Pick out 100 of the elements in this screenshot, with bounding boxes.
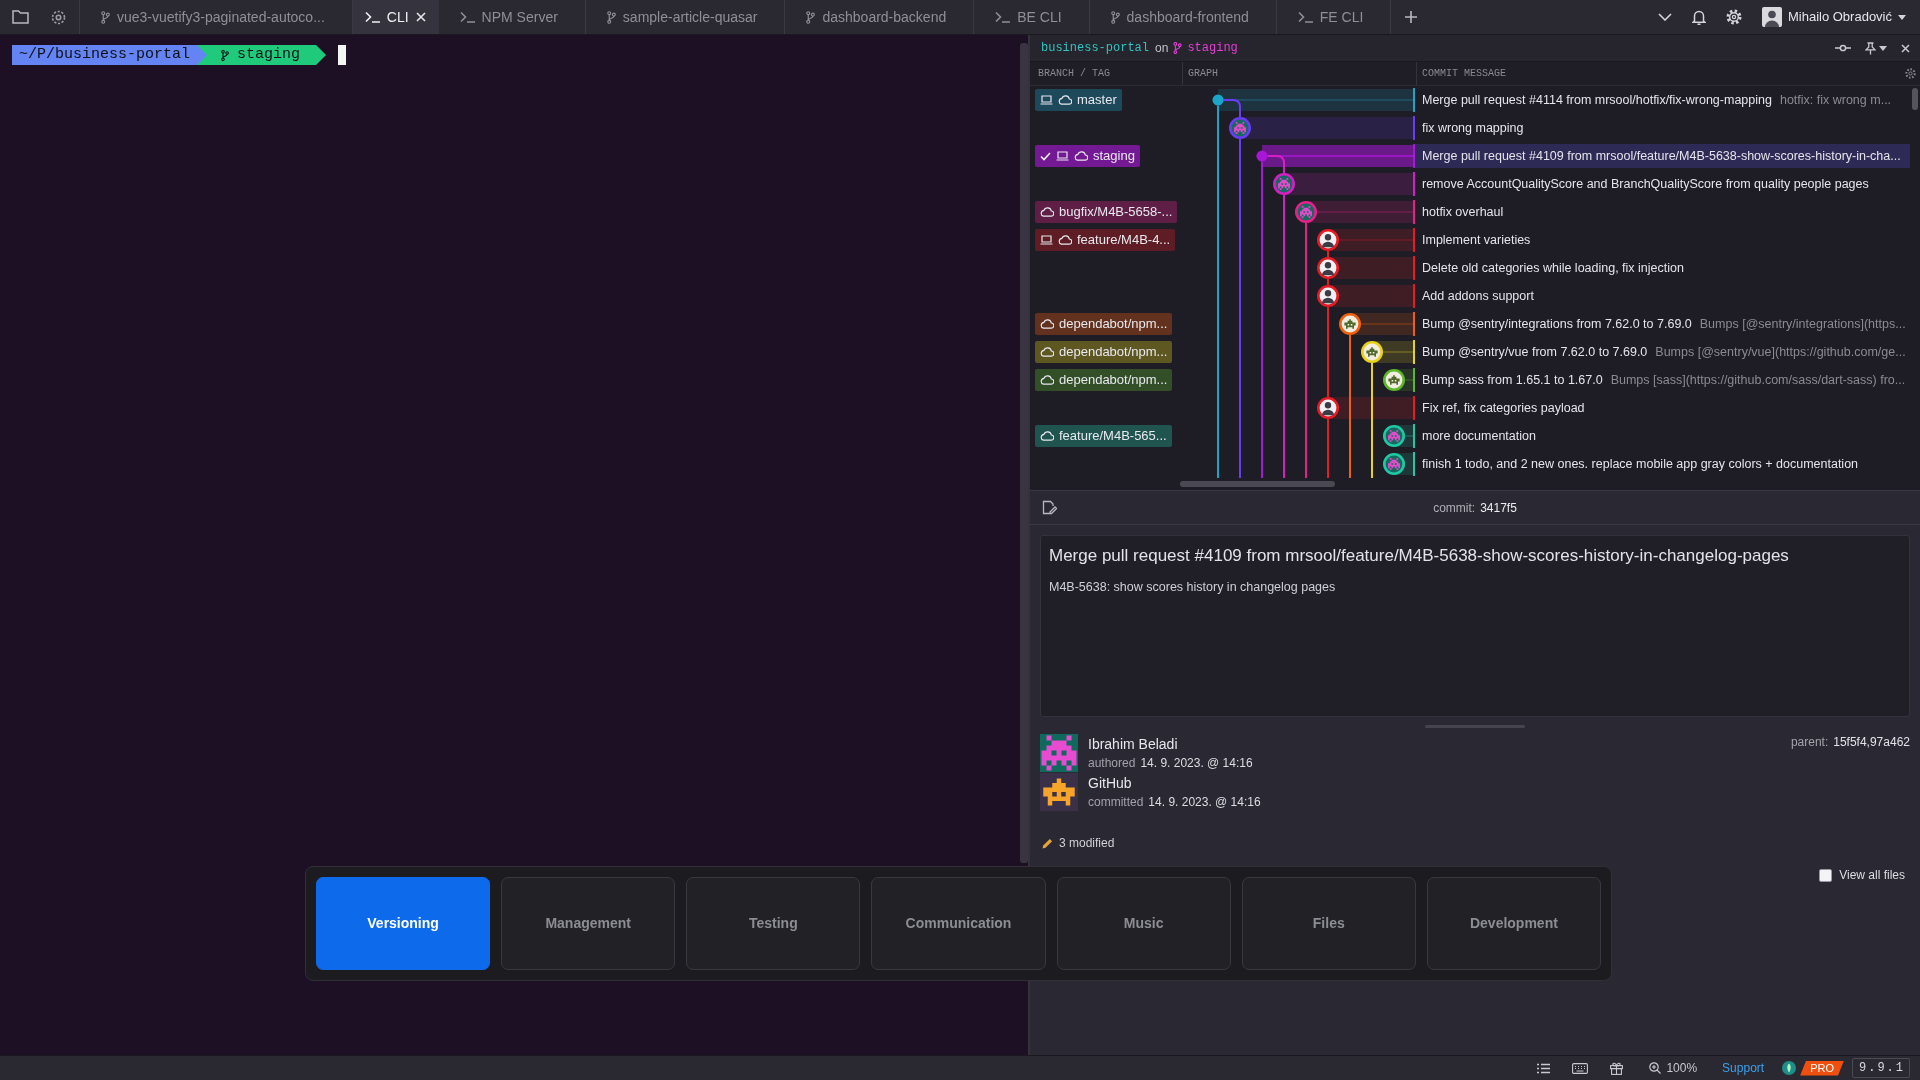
commit-message: Merge pull request #4109 from mrsool/feature/M4B-5638-show-scores-history-in-cha... <box>1422 147 1901 165</box>
gift-icon[interactable] <box>1610 1061 1624 1075</box>
circle-logo-icon <box>1782 1061 1797 1075</box>
tab[interactable]: FE CLI <box>1276 0 1392 34</box>
commit-title: Merge pull request #4109 from mrsool/feature/M4B-5638-show-scores-history-in-changelog-pages <box>1049 545 1789 567</box>
commit-message: Delete old categories while loading, fix injection <box>1422 259 1684 277</box>
repo-name[interactable]: business-portal <box>1041 39 1150 57</box>
text-cursor <box>338 45 347 65</box>
committer-action: committed <box>1088 794 1144 811</box>
commit-message: Bump @sentry/vue from 7.62.0 to 7.69.0 <box>1422 343 1648 361</box>
commit-label: commit: <box>1433 499 1476 517</box>
branch-name[interactable]: staging <box>1187 39 1238 57</box>
commit-message: finish 1 todo, and 2 new ones. replace mobile app gray colors + documentation <box>1422 455 1859 473</box>
column-header[interactable]: BRANCH / TAG <box>1038 66 1110 81</box>
user-menu[interactable]: Mihailo Obradović <box>1761 7 1906 27</box>
list-icon[interactable] <box>1537 1062 1551 1074</box>
branch-line <box>1266 155 1285 174</box>
person-avatar-icon <box>1761 7 1782 27</box>
scrollbar-thumb[interactable] <box>1912 88 1918 110</box>
settings-icon[interactable] <box>1905 68 1916 79</box>
checkbox[interactable] <box>1819 868 1833 882</box>
pixel-avatar-icon <box>1040 734 1078 772</box>
column-header[interactable]: COMMIT MESSAGE <box>1422 66 1506 81</box>
message-cell[interactable]: Bump sass from 1.65.1 to 1.67.0 Bumps [sass](https://github.com/sass/dart-sass) fro... <box>1413 368 1910 392</box>
joiner-text: on <box>1155 40 1169 57</box>
close-icon[interactable] <box>1901 43 1910 53</box>
caret-icon[interactable] <box>1898 14 1906 20</box>
pin-icon[interactable] <box>1865 41 1876 55</box>
workspace-tile[interactable]: Versioning <box>316 877 491 970</box>
terminal-icon <box>995 11 1011 23</box>
branch-name: staging <box>237 44 301 65</box>
scrollbar-thumb[interactable] <box>1180 481 1335 487</box>
branch-icon <box>101 10 110 24</box>
parent-label: parent: <box>1790 734 1829 750</box>
scrollbar-thumb[interactable] <box>1020 43 1028 863</box>
message-cell[interactable]: more documentation <box>1413 424 1910 448</box>
branch-line <box>1327 418 1329 478</box>
workspace-tile[interactable]: Files <box>1241 877 1416 970</box>
bell-icon[interactable] <box>1691 9 1706 25</box>
commit-message: Bump @sentry/integrations from 7.62.0 to 7.69.0 <box>1422 315 1692 333</box>
change-summary: 3 modified <box>1059 835 1115 852</box>
workspace-tile[interactable]: Development <box>1426 877 1601 970</box>
pro-badge[interactable]: PRO <box>1800 1060 1844 1076</box>
keyboard-icon[interactable] <box>1572 1062 1589 1074</box>
branch-label[interactable]: staging <box>1035 145 1140 167</box>
tab[interactable]: dashboard-backend <box>785 0 975 34</box>
workspace-tile[interactable]: Communication <box>871 877 1046 970</box>
column-header[interactable]: GRAPH <box>1188 66 1218 81</box>
message-cell[interactable]: Delete old categories while loading, fix injection <box>1413 256 1910 280</box>
close-icon[interactable] <box>415 12 426 22</box>
message-cell[interactable]: Merge pull request #4109 from mrsool/feature/M4B-5638-show-scores-history-in-cha... <box>1413 144 1910 168</box>
message-cell[interactable]: fix wrong mapping <box>1413 116 1910 140</box>
support-link[interactable]: Support <box>1722 1059 1765 1077</box>
tab[interactable]: dashboard-frontend <box>1089 0 1277 34</box>
chevron-down-icon[interactable] <box>1657 13 1672 21</box>
tab[interactable]: vue3-vuetify3-paginated-autoco... <box>80 0 353 34</box>
parent-hashes[interactable]: 15f5f4,97a462 <box>1833 734 1910 750</box>
zoom-icon <box>1649 1062 1662 1074</box>
tab[interactable]: BE CLI <box>974 0 1090 34</box>
message-cell[interactable]: Bump @sentry/integrations from 7.62.0 to 7.69.0 Bumps [@sentry/integrations](https... <box>1413 312 1910 336</box>
plus-icon[interactable] <box>1405 11 1418 23</box>
message-cell[interactable]: hotfix overhaul <box>1413 200 1910 224</box>
terminal-icon <box>1297 11 1313 23</box>
folder-icon[interactable] <box>12 10 29 24</box>
branch-label[interactable]: feature/M4B-4... <box>1035 229 1176 251</box>
branch-label[interactable]: master <box>1035 89 1122 111</box>
workspace-tile[interactable]: Management <box>501 877 676 970</box>
branch-label[interactable]: dependabot/npm... <box>1035 313 1173 335</box>
dashed-circle-icon[interactable] <box>51 9 66 25</box>
branch-icon <box>221 48 230 62</box>
branch-icon <box>806 10 816 24</box>
checkbox-label[interactable]: View all files <box>1839 866 1905 884</box>
message-cell[interactable]: Bump @sentry/vue from 7.62.0 to 7.69.0 Bumps [@sentry/vue](https://github.com/ge... <box>1413 340 1910 364</box>
tab[interactable]: NPM Server <box>438 0 586 34</box>
caret-icon[interactable] <box>1879 45 1887 51</box>
branch-label[interactable]: dependabot/npm... <box>1035 341 1173 363</box>
message-cell[interactable]: Add addons support <box>1413 284 1910 308</box>
commit-icon[interactable] <box>1835 44 1851 52</box>
zoom-button[interactable]: 100% <box>1649 1059 1698 1077</box>
commit-description: Bumps [@sentry/integrations](https... <box>1699 315 1906 333</box>
branch-label[interactable]: dependabot/npm... <box>1035 369 1173 391</box>
message-cell[interactable]: finish 1 todo, and 2 new ones. replace mobile app gray colors + documentation <box>1413 452 1910 476</box>
edit-document-icon[interactable] <box>1042 500 1057 515</box>
version-label[interactable]: 9.9.1 <box>1852 1058 1910 1078</box>
workspace-tile[interactable]: Testing <box>686 877 861 970</box>
message-cell[interactable]: remove AccountQualityScore and BranchQualityScore from quality people pages <box>1413 172 1910 196</box>
workspace-tile[interactable]: Music <box>1056 877 1231 970</box>
commit-description: Bumps [sass](https://github.com/sass/dart-sass) fro... <box>1610 371 1906 389</box>
branch-label[interactable]: feature/M4B-565... <box>1035 425 1172 447</box>
branch-line <box>1327 250 1329 258</box>
message-cell[interactable]: Merge pull request #4114 from mrsool/hotfix/fix-wrong-mapping hotfix: fix wrong m... <box>1413 88 1910 112</box>
tab[interactable]: sample-article-quasar <box>585 0 786 34</box>
commit-body: M4B-5638: show scores history in changelog pages <box>1049 579 1336 596</box>
message-cell[interactable]: Fix ref, fix categories payload <box>1413 396 1910 420</box>
tab[interactable]: CLI <box>352 0 439 34</box>
commit-hash: 3417f5 <box>1480 499 1517 517</box>
message-cell[interactable]: Implement varieties <box>1413 228 1910 252</box>
branch-label[interactable]: bugfix/M4B-5658-... <box>1035 201 1178 223</box>
commit-description: Bumps [@sentry/vue](https://github.com/ge... <box>1655 343 1906 361</box>
commit-message: remove AccountQualityScore and BranchQualityScore from quality people pages <box>1422 175 1869 193</box>
